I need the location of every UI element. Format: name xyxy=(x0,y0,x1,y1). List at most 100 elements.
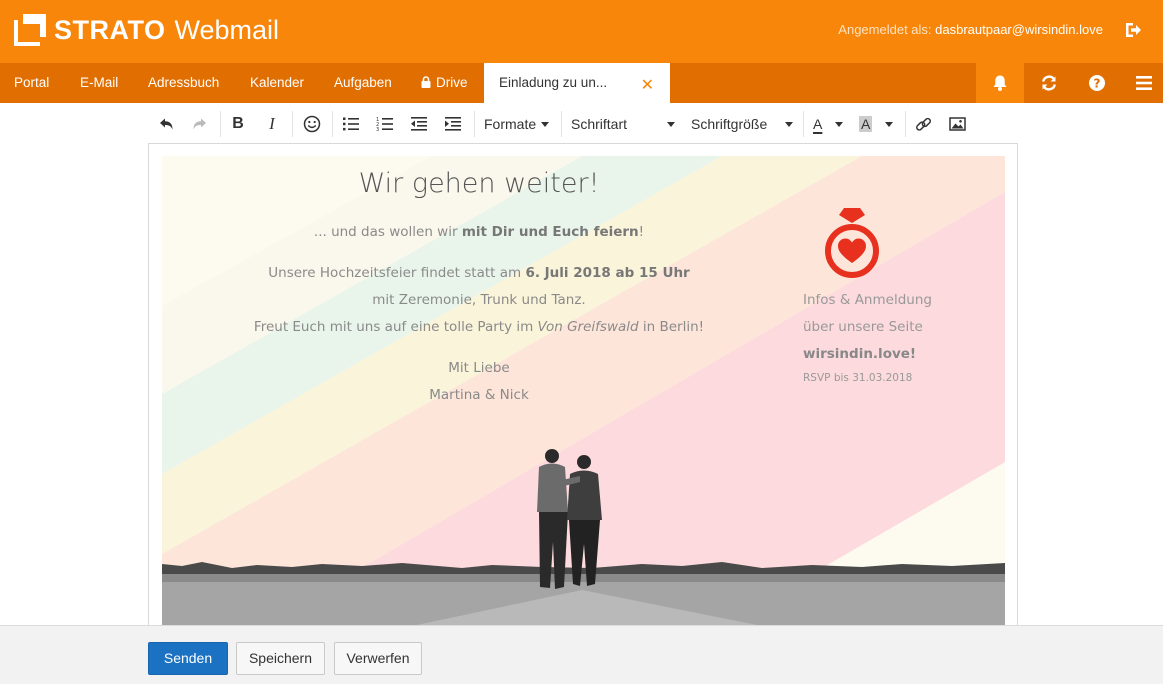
message-editor[interactable]: Wir gehen weiter! ... und das wollen wir… xyxy=(148,143,1018,626)
font-size-label: Schriftgröße xyxy=(691,116,768,132)
login-user: dasbrautpaar@wirsindin.love xyxy=(935,22,1103,37)
close-tab-icon[interactable]: ✕ xyxy=(641,75,654,95)
bullet-list-button[interactable] xyxy=(340,113,362,135)
bullet-list-icon xyxy=(343,117,359,131)
text-color-button[interactable]: A xyxy=(813,113,851,135)
toolbar-separator xyxy=(220,111,221,137)
background-color-icon: A xyxy=(859,116,873,132)
nav-portal[interactable]: Portal xyxy=(14,63,49,103)
font-size-dropdown[interactable]: Schriftgröße xyxy=(691,113,793,135)
emoticon-button[interactable] xyxy=(301,113,323,135)
indent-icon xyxy=(445,117,461,131)
chevron-down-icon xyxy=(885,121,894,127)
numbered-list-button[interactable]: 1 2 3 xyxy=(374,113,396,135)
svg-text:?: ? xyxy=(1094,77,1101,91)
strato-logo-icon xyxy=(14,14,46,46)
toolbar-separator xyxy=(803,111,804,137)
formats-dropdown[interactable]: Formate xyxy=(484,113,554,135)
nav-drive[interactable]: Drive xyxy=(421,63,468,103)
toolbar-separator xyxy=(292,111,293,137)
toolbar-separator xyxy=(561,111,562,137)
invitation-line-4: Freut Euch mit uns auf eine tolle Party … xyxy=(162,319,796,335)
redo-icon xyxy=(193,118,206,130)
redo-button[interactable] xyxy=(190,113,210,135)
help-icon: ? xyxy=(1089,75,1105,91)
menu-icon xyxy=(1136,76,1152,90)
background-color-button[interactable]: A xyxy=(859,113,899,135)
strato-logo[interactable]: STRATO Webmail xyxy=(14,14,279,46)
link-icon xyxy=(915,117,931,131)
info-line-1: Infos & Anmeldung xyxy=(803,292,932,308)
undo-button[interactable] xyxy=(156,113,176,135)
refresh-icon xyxy=(1042,75,1056,91)
website-link[interactable]: wirsindin.love! xyxy=(803,346,916,362)
chevron-down-icon xyxy=(835,121,844,127)
info-line-2: über unsere Seite xyxy=(803,319,923,335)
logout-icon[interactable] xyxy=(1123,20,1143,40)
help-button[interactable]: ? xyxy=(1073,63,1121,103)
brand-name: STRATO xyxy=(54,14,166,45)
notifications-button[interactable] xyxy=(976,63,1024,103)
nav-calendar[interactable]: Kalender xyxy=(250,63,304,103)
rsvp-deadline: RSVP bis 31.03.2018 xyxy=(803,372,913,384)
lock-icon xyxy=(421,76,431,88)
nav-drive-label: Drive xyxy=(436,75,468,90)
line-2-bold: 6. Juli 2018 ab 15 Uhr xyxy=(525,265,690,281)
line-2-text: Unsere Hochzeitsfeier findet statt am xyxy=(268,265,526,281)
nav-email[interactable]: E-Mail xyxy=(80,63,118,103)
product-name: Webmail xyxy=(174,14,280,45)
invitation-line-1: ... und das wollen wir mit Dir und Euch … xyxy=(162,224,796,240)
editor-toolbar: B I 1 2 3 Formate Schriftart Schriftgröß… xyxy=(148,103,1018,143)
chevron-down-icon xyxy=(785,121,793,127)
nav-tasks[interactable]: Aufgaben xyxy=(334,63,392,103)
ring-heart-icon xyxy=(825,208,879,278)
italic-button[interactable]: I xyxy=(262,113,282,135)
undo-icon xyxy=(160,118,173,130)
insert-link-button[interactable] xyxy=(913,113,933,135)
invitation-title: Wir gehen weiter! xyxy=(358,168,600,199)
invitation-card: Wir gehen weiter! ... und das wollen wir… xyxy=(162,156,1005,626)
tab-compose-invitation[interactable]: Einladung zu un... ✕ xyxy=(484,63,670,103)
insert-image-button[interactable] xyxy=(947,113,967,135)
line-4-italic: Von Greifswald xyxy=(537,319,639,335)
menu-button[interactable] xyxy=(1120,63,1163,103)
nav-address-book[interactable]: Adressbuch xyxy=(148,63,219,103)
smiley-icon xyxy=(303,115,321,133)
formats-label: Formate xyxy=(484,116,537,132)
login-label: Angemeldet als: xyxy=(838,22,932,37)
app-header: STRATO Webmail Angemeldet als: dasbrautp… xyxy=(0,0,1163,63)
svg-text:3: 3 xyxy=(376,127,379,132)
main-nav: Portal E-Mail Adressbuch Kalender Aufgab… xyxy=(0,63,1163,103)
invitation-names: Martina & Nick xyxy=(429,387,529,403)
couple-photo xyxy=(537,449,602,589)
numbered-list-icon: 1 2 3 xyxy=(376,117,393,132)
invitation-signoff: Mit Liebe xyxy=(448,360,510,376)
tab-label: Einladung zu un... xyxy=(499,75,608,90)
login-info: Angemeldet als: dasbrautpaar@wirsindin.l… xyxy=(838,22,1103,37)
compose-actions: Senden Speichern Verwerfen xyxy=(0,625,1163,684)
save-button[interactable]: Speichern xyxy=(236,642,325,675)
bold-button[interactable]: B xyxy=(228,113,248,135)
line-1-end: ! xyxy=(638,224,645,240)
outdent-button[interactable] xyxy=(408,113,430,135)
line-1-text: ... und das wollen wir xyxy=(313,224,462,240)
line-1-bold: mit Dir und Euch feiern xyxy=(461,224,639,240)
image-icon xyxy=(948,117,966,131)
font-family-dropdown[interactable]: Schriftart xyxy=(571,113,675,135)
refresh-button[interactable] xyxy=(1025,63,1073,103)
discard-button[interactable]: Verwerfen xyxy=(334,642,422,675)
bell-icon xyxy=(993,75,1007,91)
toolbar-separator xyxy=(332,111,333,137)
invitation-line-2: Unsere Hochzeitsfeier findet statt am 6.… xyxy=(162,265,796,281)
chevron-down-icon xyxy=(541,121,550,127)
text-color-icon: A xyxy=(813,116,823,132)
font-family-label: Schriftart xyxy=(571,116,628,132)
line-4-text: Freut Euch mit uns auf eine tolle Party … xyxy=(253,319,538,335)
invitation-line-3: mit Zeremonie, Trunk und Tanz. xyxy=(372,292,586,308)
line-4-end: in Berlin! xyxy=(638,319,705,335)
send-button[interactable]: Senden xyxy=(148,642,228,675)
chevron-down-icon xyxy=(667,121,675,127)
toolbar-separator xyxy=(474,111,475,137)
toolbar-separator xyxy=(905,111,906,137)
indent-button[interactable] xyxy=(442,113,464,135)
